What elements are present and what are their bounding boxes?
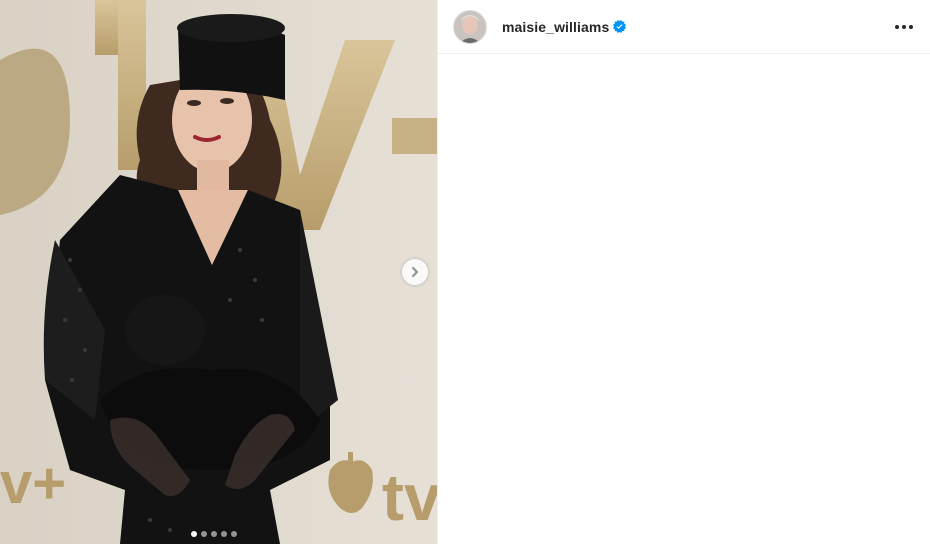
svg-text:v+: v+ — [0, 451, 66, 516]
post-side-panel: maisie_williams — [437, 0, 930, 544]
chevron-right-icon — [412, 267, 418, 277]
carousel-next-button[interactable] — [402, 259, 428, 285]
svg-text:tv: tv — [382, 460, 437, 534]
instagram-post: v+ tv maisie_williams — [0, 0, 930, 544]
post-photo: v+ tv — [0, 0, 437, 544]
carousel-dot — [221, 531, 227, 537]
carousel-dot — [201, 531, 207, 537]
carousel-indicator — [191, 531, 237, 537]
carousel-dot — [211, 531, 217, 537]
avatar[interactable] — [454, 10, 486, 43]
profile-picture — [454, 10, 486, 43]
post-media[interactable]: v+ tv — [0, 0, 437, 544]
username-block: maisie_williams — [502, 19, 892, 35]
post-header: maisie_williams — [438, 0, 930, 54]
carousel-dot — [191, 531, 197, 537]
more-options-button[interactable] — [892, 15, 916, 39]
more-horizontal-icon — [895, 24, 899, 29]
username-link[interactable]: maisie_williams — [502, 19, 609, 35]
carousel-dot — [231, 531, 237, 537]
verified-badge-icon — [613, 20, 627, 33]
